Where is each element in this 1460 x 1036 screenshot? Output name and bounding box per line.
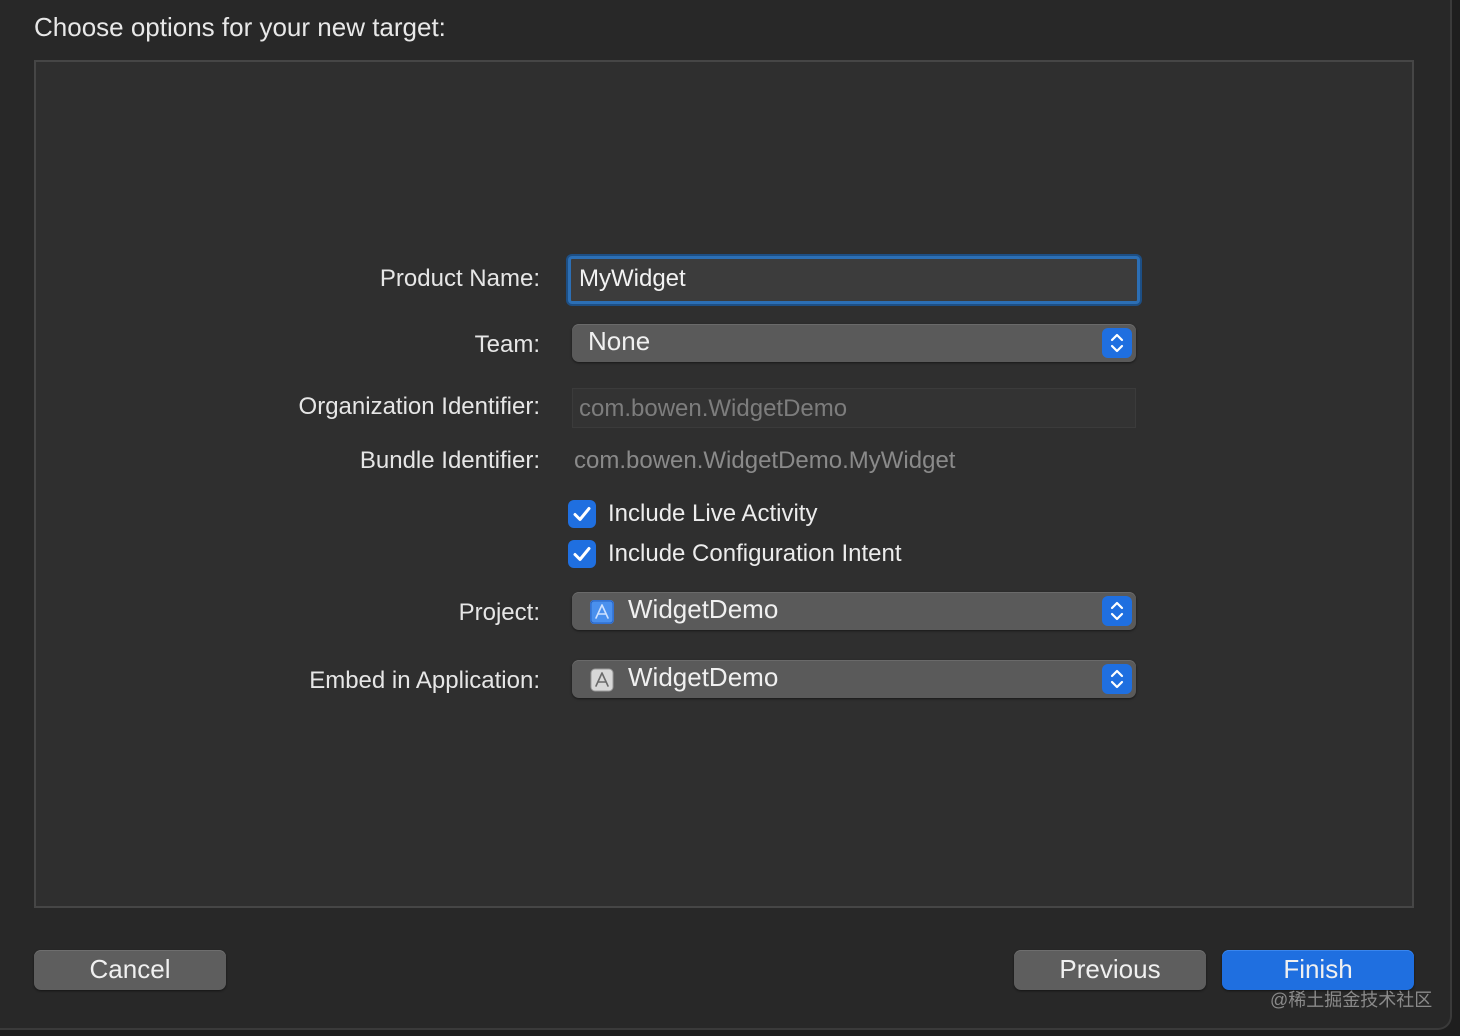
bundle-identifier-label: Bundle Identifier: xyxy=(359,447,540,474)
embed-in-application-popup-value: WidgetDemo xyxy=(628,662,779,692)
previous-button[interactable]: Previous xyxy=(1014,950,1206,990)
include-configuration-intent-label: Include Configuration Intent xyxy=(608,540,902,567)
up-down-chevron-icon xyxy=(1102,328,1132,358)
cancel-button[interactable]: Cancel xyxy=(34,950,226,990)
project-popup[interactable]: WidgetDemo xyxy=(572,592,1136,630)
team-popup[interactable]: None xyxy=(572,324,1136,362)
up-down-chevron-icon xyxy=(1102,596,1132,626)
organization-identifier-label: Organization Identifier: xyxy=(298,393,540,420)
up-down-chevron-icon xyxy=(1102,664,1132,694)
project-popup-value: WidgetDemo xyxy=(628,594,779,624)
embed-in-application-popup[interactable]: WidgetDemo xyxy=(572,660,1136,698)
team-label: Team: xyxy=(474,331,540,358)
app-icon xyxy=(590,668,614,692)
checkmark-icon xyxy=(568,540,596,568)
organization-identifier-field: com.bowen.WidgetDemo xyxy=(572,388,1136,428)
watermark: @稀土掘金技术社区 xyxy=(1270,990,1433,1010)
embed-in-application-label: Embed in Application: xyxy=(309,667,540,694)
checkmark-icon xyxy=(568,500,596,528)
xcode-project-icon xyxy=(590,600,614,624)
project-label: Project: xyxy=(458,599,540,626)
options-panel xyxy=(34,60,1414,908)
bundle-identifier-value: com.bowen.WidgetDemo.MyWidget xyxy=(574,447,956,474)
team-popup-value: None xyxy=(588,326,651,356)
product-name-label: Product Name: xyxy=(379,265,540,292)
new-target-dialog: Choose options for your new target: Prod… xyxy=(0,0,1452,1030)
include-live-activity-label: Include Live Activity xyxy=(608,500,818,527)
product-name-input[interactable]: MyWidget xyxy=(568,256,1140,304)
dialog-title: Choose options for your new target: xyxy=(34,12,446,42)
finish-button[interactable]: Finish xyxy=(1222,950,1414,990)
